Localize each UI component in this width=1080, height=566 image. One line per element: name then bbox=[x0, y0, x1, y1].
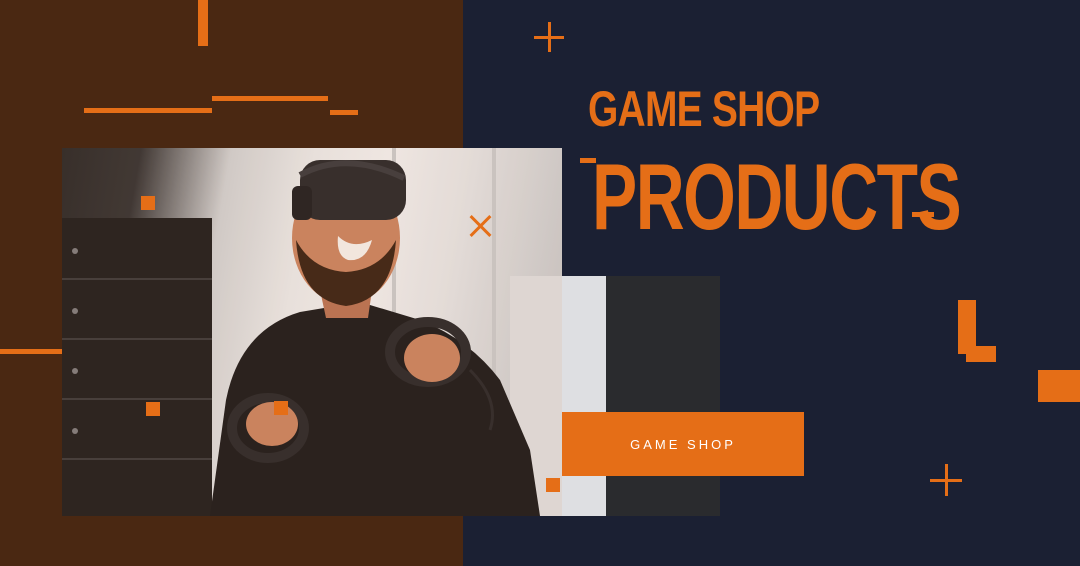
plus-icon bbox=[534, 22, 564, 52]
decor-square bbox=[274, 401, 288, 415]
plus-icon bbox=[930, 464, 962, 496]
game-shop-button[interactable]: GAME SHOP bbox=[562, 412, 804, 476]
decor-block bbox=[966, 346, 996, 362]
decor-block bbox=[1038, 370, 1080, 402]
decor-bar bbox=[580, 158, 596, 163]
decor-square bbox=[141, 196, 155, 210]
decor-square bbox=[146, 402, 160, 416]
close-icon bbox=[468, 212, 492, 240]
decor-square bbox=[546, 478, 560, 492]
decor-bar bbox=[912, 212, 934, 217]
title-line-2: PRODUCTS bbox=[592, 144, 962, 249]
vr-player-illustration bbox=[62, 148, 562, 516]
title-line-1: GAME SHOP bbox=[588, 81, 820, 137]
banner: GAME SHOP PRODUCTS GAME SHOP bbox=[0, 0, 1080, 566]
